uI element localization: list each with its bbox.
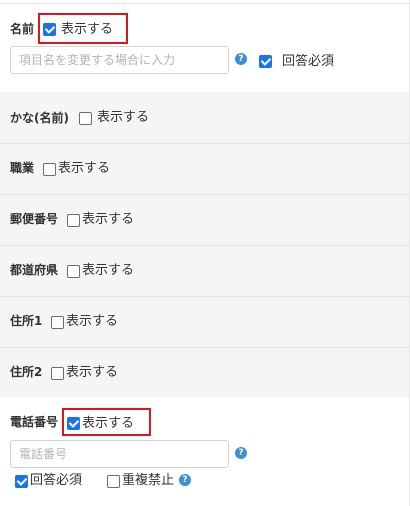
prefecture-show-checkbox[interactable] bbox=[67, 265, 80, 278]
address1-show-label[interactable]: 表示する bbox=[66, 314, 118, 329]
phone-label-input[interactable] bbox=[10, 440, 229, 468]
field-label-address1: 住所1 bbox=[10, 314, 43, 328]
field-label-phone: 電話番号 bbox=[10, 415, 59, 429]
field-label-postal: 郵便番号 bbox=[10, 212, 59, 226]
phone-required-checkbox[interactable] bbox=[15, 475, 28, 488]
postal-show-checkbox[interactable] bbox=[67, 214, 80, 227]
phone-no-duplicate-checkbox[interactable] bbox=[107, 475, 120, 488]
address1-show-checkbox[interactable] bbox=[51, 316, 64, 329]
help-icon[interactable]: ? bbox=[179, 474, 191, 486]
help-icon[interactable]: ? bbox=[235, 447, 247, 459]
job-show-checkbox[interactable] bbox=[43, 163, 56, 176]
prefecture-show-label[interactable]: 表示する bbox=[82, 263, 134, 278]
divider bbox=[0, 296, 409, 297]
kana-show-checkbox[interactable] bbox=[79, 112, 92, 125]
phone-required-label[interactable]: 回答必須 bbox=[30, 473, 82, 488]
name-required-label[interactable]: 回答必須 bbox=[282, 54, 334, 69]
divider bbox=[0, 245, 409, 246]
field-label-name: 名前 bbox=[10, 22, 35, 36]
name-required-checkbox[interactable] bbox=[259, 55, 272, 68]
address2-show-label[interactable]: 表示する bbox=[66, 365, 118, 380]
phone-show-checkbox[interactable] bbox=[67, 417, 80, 430]
field-label-address2: 住所2 bbox=[10, 365, 43, 379]
divider bbox=[0, 194, 409, 195]
field-label-kana: かな(名前) bbox=[10, 111, 69, 125]
form-field-settings: 名前 表示する ? 回答必須 かな(名前) 表示する 職業 表示する 郵便番号 … bbox=[0, 0, 410, 506]
divider bbox=[0, 143, 409, 144]
divider bbox=[0, 347, 409, 348]
field-label-job: 職業 bbox=[10, 161, 35, 175]
name-show-label[interactable]: 表示する bbox=[61, 22, 113, 37]
name-label-input[interactable] bbox=[10, 46, 229, 74]
address2-show-checkbox[interactable] bbox=[51, 367, 64, 380]
field-label-prefecture: 都道府県 bbox=[10, 263, 59, 277]
job-show-label[interactable]: 表示する bbox=[58, 161, 110, 176]
top-divider bbox=[0, 3, 409, 4]
help-icon[interactable]: ? bbox=[235, 53, 247, 65]
phone-show-label[interactable]: 表示する bbox=[82, 416, 134, 431]
name-show-checkbox[interactable] bbox=[43, 23, 56, 36]
postal-show-label[interactable]: 表示する bbox=[82, 212, 134, 227]
kana-show-label[interactable]: 表示する bbox=[97, 110, 149, 125]
phone-no-duplicate-label[interactable]: 重複禁止 bbox=[122, 473, 174, 488]
